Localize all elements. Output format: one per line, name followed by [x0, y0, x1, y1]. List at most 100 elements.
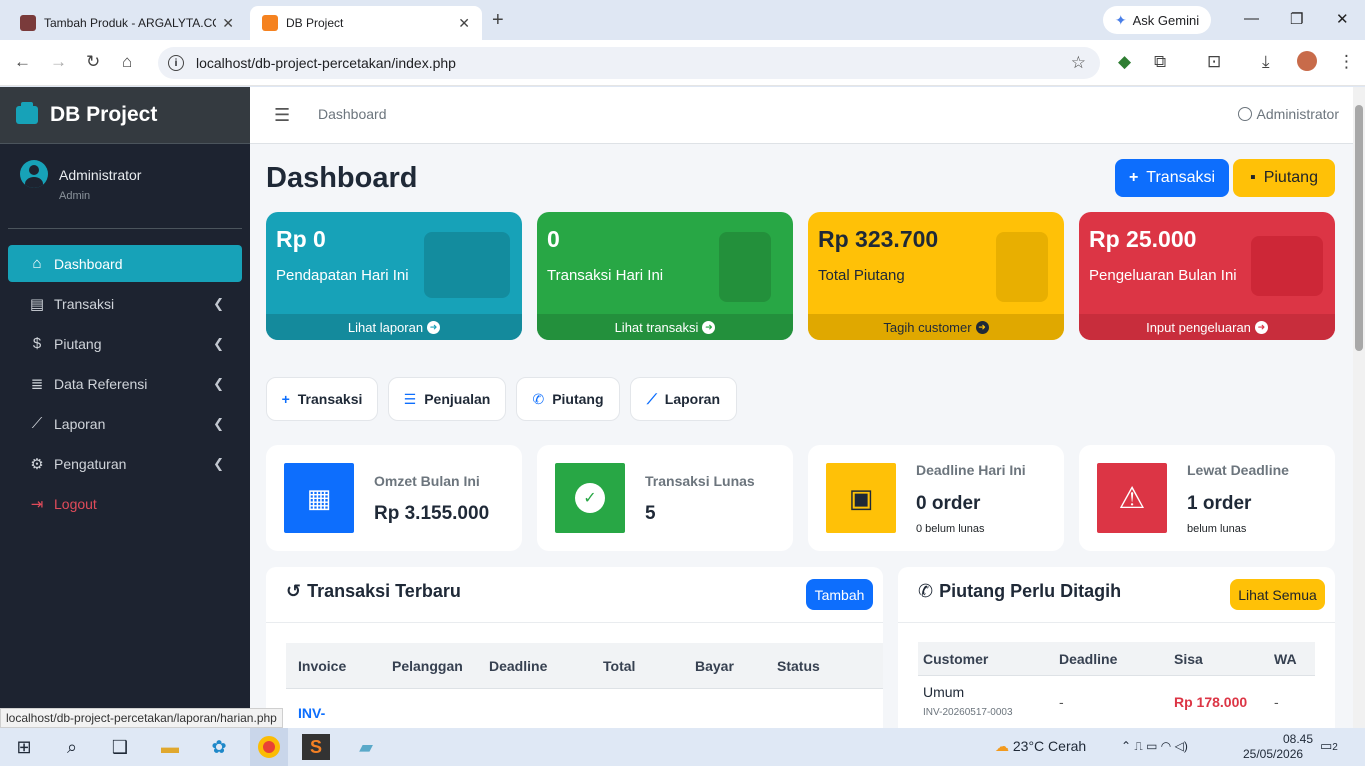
piutang-button[interactable]: ▪ Piutang [1233, 159, 1335, 197]
sidebar-item-label: Transaksi [54, 295, 115, 312]
site-info-icon[interactable]: i [168, 55, 184, 71]
user-name[interactable]: Administrator [59, 167, 141, 183]
sidebar-item-label: Pengaturan [54, 455, 127, 472]
extension-icon[interactable]: ◆ [1118, 52, 1131, 72]
home-icon[interactable]: ⌂ [122, 52, 132, 72]
info-title: Omzet Bulan Ini [374, 473, 480, 489]
forward-icon[interactable]: → [50, 52, 67, 72]
browser-tab-argalyta[interactable]: Tambah Produk - ARGALYTA.CO ✕ [8, 6, 246, 40]
printer-icon [16, 102, 38, 124]
close-tab-icon[interactable]: ✕ [222, 15, 234, 32]
search-icon[interactable]: ⌕ [58, 734, 86, 760]
stat-link-label: Tagih customer [883, 319, 972, 335]
sidebar-item-transaksi[interactable]: ▤ Transaksi ❮ [8, 285, 242, 322]
address-url: localhost/db-project-percetakan/index.ph… [196, 55, 456, 71]
bookmark-star-icon[interactable]: ☆ [1071, 53, 1086, 73]
tray-icons[interactable]: ⌃ ⎍ ▭ ◠ ◁) [1121, 739, 1188, 754]
notepad-icon[interactable]: ▰ [352, 734, 380, 760]
close-tab-icon[interactable]: ✕ [458, 15, 470, 32]
column-header: Deadline [489, 658, 548, 674]
lihat-semua-button[interactable]: Lihat Semua [1230, 579, 1325, 610]
sidebar-item-piutang[interactable]: $ Piutang ❮ [8, 325, 242, 362]
stat-footer-link[interactable]: Input pengeluaran ➜ [1079, 314, 1335, 340]
quick-piutang-button[interactable]: ✆ Piutang [516, 377, 620, 421]
sidebar-item-dashboard[interactable]: ⌂ Dashboard [8, 245, 242, 282]
history-icon: ↺ [286, 581, 302, 601]
notification-count: 2 [1332, 742, 1338, 753]
sidebar: DB Project Administrator Admin ⌂ Dashboa… [0, 87, 250, 728]
invoice-link[interactable]: INV- [298, 705, 325, 721]
sidebar-item-label: Dashboard [54, 255, 123, 272]
profile-avatar[interactable] [1297, 51, 1317, 71]
sidebar-item-logout[interactable]: ⇥ Logout [8, 485, 242, 522]
sidebar-item-laporan[interactable]: ⟋ Laporan ❮ [8, 405, 242, 442]
table-header: Invoice Pelanggan Deadline Total Bayar S… [286, 643, 883, 689]
browser-menu-icon[interactable]: ⋮ [1338, 52, 1355, 72]
download-icon[interactable]: ⤓ [1262, 52, 1270, 72]
quick-button-label: Piutang [552, 391, 604, 407]
sublime-text-icon[interactable]: S [302, 734, 330, 760]
column-header: Deadline [1059, 651, 1118, 667]
list-icon: ☰ [403, 390, 417, 407]
page-title: Dashboard [266, 162, 418, 194]
stat-value: Rp 25.000 [1089, 226, 1197, 252]
clock-time[interactable]: 08.45 [1253, 732, 1313, 746]
new-tab-icon[interactable]: + [492, 9, 504, 32]
gemini-label: Ask Gemini [1132, 12, 1200, 28]
user-menu-label: Administrator [1256, 106, 1339, 122]
weather-widget[interactable]: ☁ 23°C Cerah [995, 738, 1086, 755]
task-view-icon[interactable]: ❑ [106, 734, 134, 760]
card-title-text: Piutang Perlu Ditagih [939, 581, 1122, 601]
puzzle-extensions-icon[interactable]: ⧉ [1154, 52, 1166, 72]
network-app-icon[interactable]: ✿ [205, 734, 233, 760]
status-url-preview: localhost/db-project-percetakan/laporan/… [0, 708, 283, 728]
quick-transaksi-button[interactable]: + Transaksi [266, 377, 378, 421]
minimize-icon[interactable]: — [1244, 10, 1259, 27]
ask-gemini-button[interactable]: ✦ Ask Gemini [1103, 6, 1211, 34]
quick-laporan-button[interactable]: ⟋ Laporan [630, 377, 737, 421]
windows-start-icon[interactable]: ⊞ [10, 734, 38, 760]
page-scrollbar[interactable] [1353, 87, 1365, 728]
stat-footer-link[interactable]: Lihat laporan ➜ [266, 314, 522, 340]
stat-label: Transaksi Hari Ini [547, 267, 664, 284]
info-title: Deadline Hari Ini [916, 462, 1026, 478]
browser-tab-db-project[interactable]: DB Project ✕ [250, 6, 482, 40]
hamburger-menu-icon[interactable]: ☰ [274, 105, 290, 126]
card-header: ✆ Piutang Perlu Ditagih Lihat Semua [898, 567, 1335, 623]
quick-penjualan-button[interactable]: ☰ Penjualan [388, 377, 506, 421]
clock-date[interactable]: 25/05/2026 [1243, 747, 1303, 761]
info-value: 5 [645, 503, 656, 524]
notification-icon[interactable]: ▭2 [1320, 738, 1338, 754]
receipt-icon [719, 232, 771, 302]
user-circle-icon [1237, 107, 1252, 121]
quick-button-label: Transaksi [297, 391, 363, 407]
sidebar-item-pengaturan[interactable]: ⚙ Pengaturan ❮ [8, 445, 242, 482]
piutang-card: ✆ Piutang Perlu Ditagih Lihat Semua Custo… [898, 567, 1335, 728]
close-window-icon[interactable]: ✕ [1336, 10, 1349, 28]
back-icon[interactable]: ← [14, 52, 31, 72]
column-header: Status [777, 658, 820, 674]
browser-toolbar: ← → ↻ ⌂ i localhost/db-project-percetaka… [0, 40, 1365, 86]
stat-footer-link[interactable]: Lihat transaksi ➜ [537, 314, 793, 340]
address-bar[interactable]: i localhost/db-project-percetakan/index.… [158, 47, 1100, 79]
tambah-button[interactable]: Tambah [806, 579, 873, 610]
reload-icon[interactable]: ↻ [86, 52, 100, 72]
sisa-value: Rp 178.000 [1174, 694, 1248, 710]
card-header: ↺ Transaksi Terbaru Tambah [266, 567, 883, 623]
chevron-left-icon: ❮ [213, 295, 224, 311]
stat-value: 0 [547, 226, 560, 252]
restore-icon[interactable]: ❐ [1290, 10, 1303, 28]
sidebar-item-data-referensi[interactable]: ≣ Data Referensi ❮ [8, 365, 242, 402]
piutang-label: Piutang [1263, 169, 1318, 186]
add-transaksi-button[interactable]: + Transaksi [1115, 159, 1229, 197]
stat-footer-link[interactable]: Tagih customer ➜ [808, 314, 1064, 340]
tab-favicon-icon [262, 15, 278, 31]
file-explorer-icon[interactable]: ▬ [156, 734, 184, 760]
brand-link[interactable]: DB Project [0, 87, 250, 144]
user-menu[interactable]: Administrator [1237, 106, 1339, 122]
breadcrumb[interactable]: Dashboard [318, 106, 387, 122]
tab-search-icon[interactable]: ⊡ [1207, 52, 1221, 72]
scrollbar-thumb[interactable] [1355, 105, 1363, 351]
sidebar-menu: ⌂ Dashboard ▤ Transaksi ❮ $ Piutang ❮ ≣ … [0, 229, 250, 522]
chrome-icon[interactable] [250, 728, 288, 766]
